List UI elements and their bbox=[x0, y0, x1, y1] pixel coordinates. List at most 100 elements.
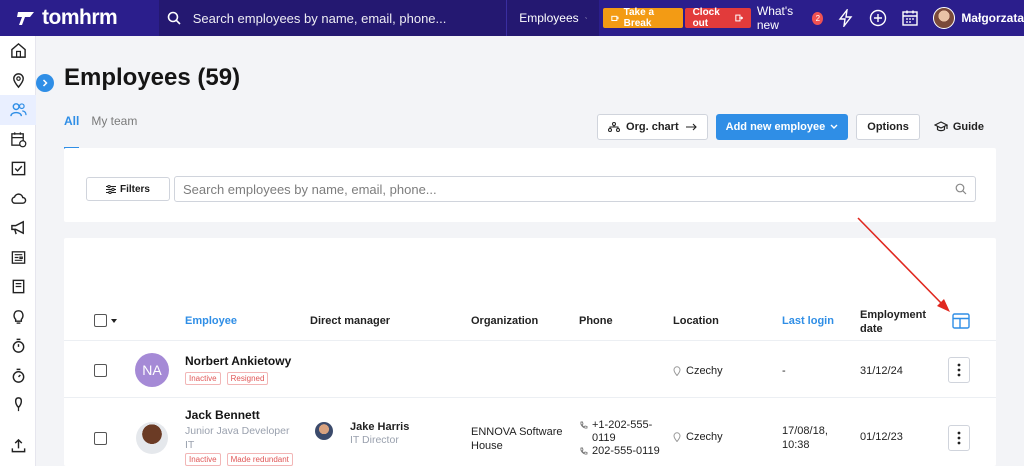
tab-my-team[interactable]: My team bbox=[91, 114, 137, 149]
employee-job-title: Junior Java Developer bbox=[185, 425, 290, 437]
column-header-location[interactable]: Location bbox=[673, 315, 719, 327]
sidebar-item-goals[interactable] bbox=[0, 390, 36, 420]
calendar-clock-icon bbox=[10, 132, 26, 148]
status-badge: Inactive bbox=[185, 372, 221, 385]
add-new-employee-button[interactable]: Add new employee bbox=[715, 114, 849, 140]
take-a-break-button[interactable]: Take a Break bbox=[603, 7, 683, 29]
brand-mark-icon bbox=[17, 12, 34, 25]
employee-name[interactable]: Jack Bennett bbox=[185, 408, 296, 422]
lightning-icon[interactable] bbox=[837, 9, 855, 27]
table-row[interactable]: NA Norbert Ankietowy Inactive Resigned C… bbox=[64, 342, 996, 398]
filters-button[interactable]: Filters bbox=[86, 177, 170, 201]
sidebar-item-home[interactable] bbox=[0, 36, 36, 66]
manager-name[interactable]: Jake Harris bbox=[350, 421, 409, 433]
row-actions-button[interactable] bbox=[948, 425, 970, 451]
user-name: Małgorzata bbox=[961, 11, 1024, 25]
top-bar: tomhrm Search employees by name, email, … bbox=[0, 0, 1024, 36]
sidebar-item-ideas[interactable] bbox=[0, 302, 36, 332]
sidebar-item-calendar[interactable] bbox=[0, 125, 36, 155]
sidebar-item-handbook[interactable] bbox=[0, 272, 36, 302]
guide-label: Guide bbox=[952, 121, 984, 133]
more-vertical-icon bbox=[957, 363, 961, 377]
stopwatch-icon bbox=[12, 368, 24, 383]
stopwatch-icon bbox=[12, 338, 24, 354]
organization-line2: House bbox=[471, 440, 503, 452]
column-header-employment-date-line2: date bbox=[860, 323, 883, 335]
caret-down-icon[interactable] bbox=[111, 318, 117, 323]
status-badge: Inactive bbox=[185, 453, 221, 466]
location-text: Czechy bbox=[686, 431, 723, 443]
options-label: Options bbox=[867, 121, 909, 133]
calendar-icon[interactable] bbox=[901, 9, 919, 27]
column-header-employment-date[interactable]: Employment date bbox=[860, 308, 926, 336]
table-row[interactable]: Jack Bennett Junior Java Developer IT In… bbox=[64, 399, 996, 466]
coffee-icon bbox=[611, 15, 619, 22]
column-header-last-login[interactable]: Last login bbox=[782, 315, 834, 327]
chevron-right-icon bbox=[42, 79, 48, 87]
employment-date-cell: 31/12/24 bbox=[860, 365, 903, 377]
newspaper-icon bbox=[11, 250, 25, 264]
phone-primary-line1: +1-202-555- bbox=[592, 419, 653, 431]
avatar: NA bbox=[135, 353, 169, 387]
chevron-down-icon bbox=[830, 124, 838, 129]
sidebar-item-timer[interactable] bbox=[0, 361, 36, 391]
add-circle-icon[interactable] bbox=[869, 9, 887, 27]
sidebar-item-location[interactable] bbox=[0, 66, 36, 96]
phone-secondary[interactable]: 202-555-0119 bbox=[579, 445, 660, 458]
select-all[interactable] bbox=[94, 314, 117, 327]
sidebar-item-time-tracking[interactable] bbox=[0, 331, 36, 361]
sidebar-item-tasks[interactable] bbox=[0, 154, 36, 184]
phone-secondary-text: 202-555-0119 bbox=[592, 445, 660, 457]
user-menu[interactable]: Małgorzata bbox=[933, 7, 1024, 29]
last-login-cell: 17/08/18, 10:38 bbox=[782, 424, 828, 452]
column-header-direct-manager[interactable]: Direct manager bbox=[310, 315, 390, 327]
guide-button[interactable]: Guide bbox=[933, 121, 984, 133]
whats-new-button[interactable]: What's new 2 bbox=[757, 4, 824, 32]
sidebar-item-announcements[interactable] bbox=[0, 213, 36, 243]
add-new-employee-label: Add new employee bbox=[725, 121, 826, 133]
employee-name[interactable]: Norbert Ankietowy bbox=[185, 354, 291, 368]
org-chart-button[interactable]: Org. chart bbox=[597, 114, 708, 140]
column-header-organization[interactable]: Organization bbox=[471, 315, 538, 327]
column-settings-button[interactable] bbox=[952, 313, 970, 332]
column-header-phone[interactable]: Phone bbox=[579, 315, 613, 327]
logout-icon bbox=[734, 14, 743, 22]
global-search[interactable]: Search employees by name, email, phone..… bbox=[158, 0, 507, 36]
organization-line1: ENNOVA Software bbox=[471, 426, 563, 438]
options-button[interactable]: Options bbox=[856, 114, 920, 140]
map-pin-icon bbox=[673, 432, 681, 442]
take-a-break-label: Take a Break bbox=[623, 7, 654, 29]
clock-out-button[interactable]: Clock out bbox=[684, 7, 751, 29]
row-select-checkbox[interactable] bbox=[94, 432, 107, 445]
sidebar-item-upload[interactable] bbox=[0, 431, 36, 461]
search-scope-label: Employees bbox=[519, 11, 579, 25]
phone-primary[interactable]: +1-202-555- bbox=[579, 419, 660, 432]
filters-label: Filters bbox=[119, 183, 150, 195]
sidebar-item-news[interactable] bbox=[0, 243, 36, 273]
filter-panel: Filters Search employees by name, email,… bbox=[64, 148, 996, 222]
lightbulb-icon bbox=[12, 309, 24, 324]
manager-cell[interactable]: Jake Harris IT Director bbox=[350, 421, 409, 447]
table-header: Employee Direct manager Organization Pho… bbox=[64, 301, 996, 341]
employee-search-placeholder: Search employees by name, email, phone..… bbox=[183, 181, 437, 197]
tab-all[interactable]: All bbox=[64, 114, 80, 149]
employee-cell[interactable]: Norbert Ankietowy Inactive Resigned bbox=[185, 354, 291, 385]
sidebar-item-employees[interactable] bbox=[0, 95, 36, 125]
employee-cell[interactable]: Jack Bennett Junior Java Developer IT In… bbox=[185, 408, 296, 466]
sidebar-expand-button[interactable] bbox=[36, 74, 54, 92]
employee-search-input[interactable]: Search employees by name, email, phone..… bbox=[174, 176, 976, 202]
row-select-checkbox[interactable] bbox=[94, 364, 107, 377]
brand-name: tomhrm bbox=[42, 6, 118, 29]
brand-logo[interactable]: tomhrm bbox=[0, 0, 159, 36]
row-actions-button[interactable] bbox=[948, 357, 970, 383]
status-badge: Made redundant bbox=[226, 453, 293, 466]
column-header-employee[interactable]: Employee bbox=[185, 315, 237, 327]
sidebar-item-cloud[interactable] bbox=[0, 184, 36, 214]
arrow-right-icon bbox=[685, 123, 697, 131]
phone-icon bbox=[580, 447, 588, 455]
manager-avatar bbox=[315, 422, 333, 440]
search-scope-dropdown[interactable]: Employees bbox=[506, 0, 600, 36]
column-header-employment-date-line1: Employment bbox=[860, 309, 927, 321]
select-all-checkbox[interactable] bbox=[94, 314, 107, 327]
phone-icon bbox=[580, 421, 588, 429]
